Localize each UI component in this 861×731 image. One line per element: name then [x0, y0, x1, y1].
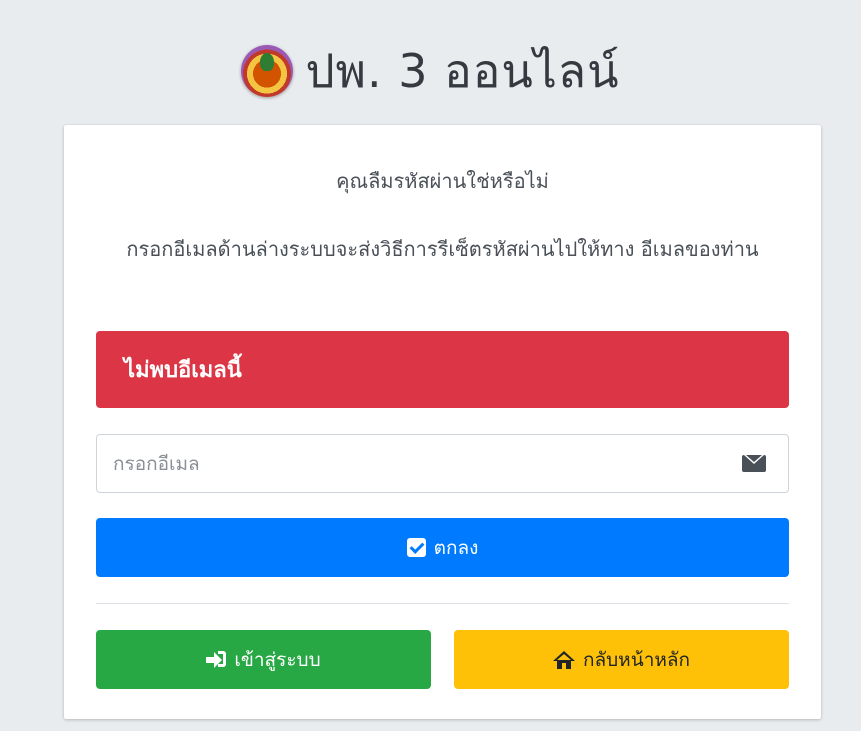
error-alert-text: ไม่พบอีเมลนี้: [124, 358, 242, 383]
email-input[interactable]: [97, 434, 742, 493]
envelope-icon: [742, 455, 766, 472]
app-title: ปพ. 3 ออนไลน์: [305, 43, 620, 98]
divider: [96, 603, 789, 604]
home-button[interactable]: กลับหน้าหลัก: [454, 630, 789, 689]
sign-in-icon: [206, 650, 227, 669]
submit-button[interactable]: ตกลง: [96, 518, 789, 577]
login-button[interactable]: เข้าสู่ระบบ: [96, 630, 431, 689]
login-button-label: เข้าสู่ระบบ: [234, 648, 321, 671]
email-input-group: [96, 434, 789, 493]
forgot-password-instruction: กรอกอีเมลด้านล่างระบบจะส่งวิธีการรีเซ็ตร…: [126, 237, 759, 261]
home-button-label: กลับหน้าหลัก: [582, 648, 691, 671]
forgot-password-card: คุณลืมรหัสผ่านใช่หรือไม่ กรอกอีเมลด้านล่…: [64, 125, 821, 719]
error-alert: ไม่พบอีเมลนี้: [96, 331, 789, 408]
school-emblem-logo: [241, 45, 294, 97]
brand-header: ปพ. 3 ออนไลน์: [0, 32, 861, 110]
check-square-icon: [406, 538, 426, 557]
submit-button-label: ตกลง: [433, 536, 479, 559]
home-icon: [552, 650, 575, 669]
forgot-password-title: คุณลืมรหัสผ่านใช่หรือไม่: [336, 169, 549, 193]
